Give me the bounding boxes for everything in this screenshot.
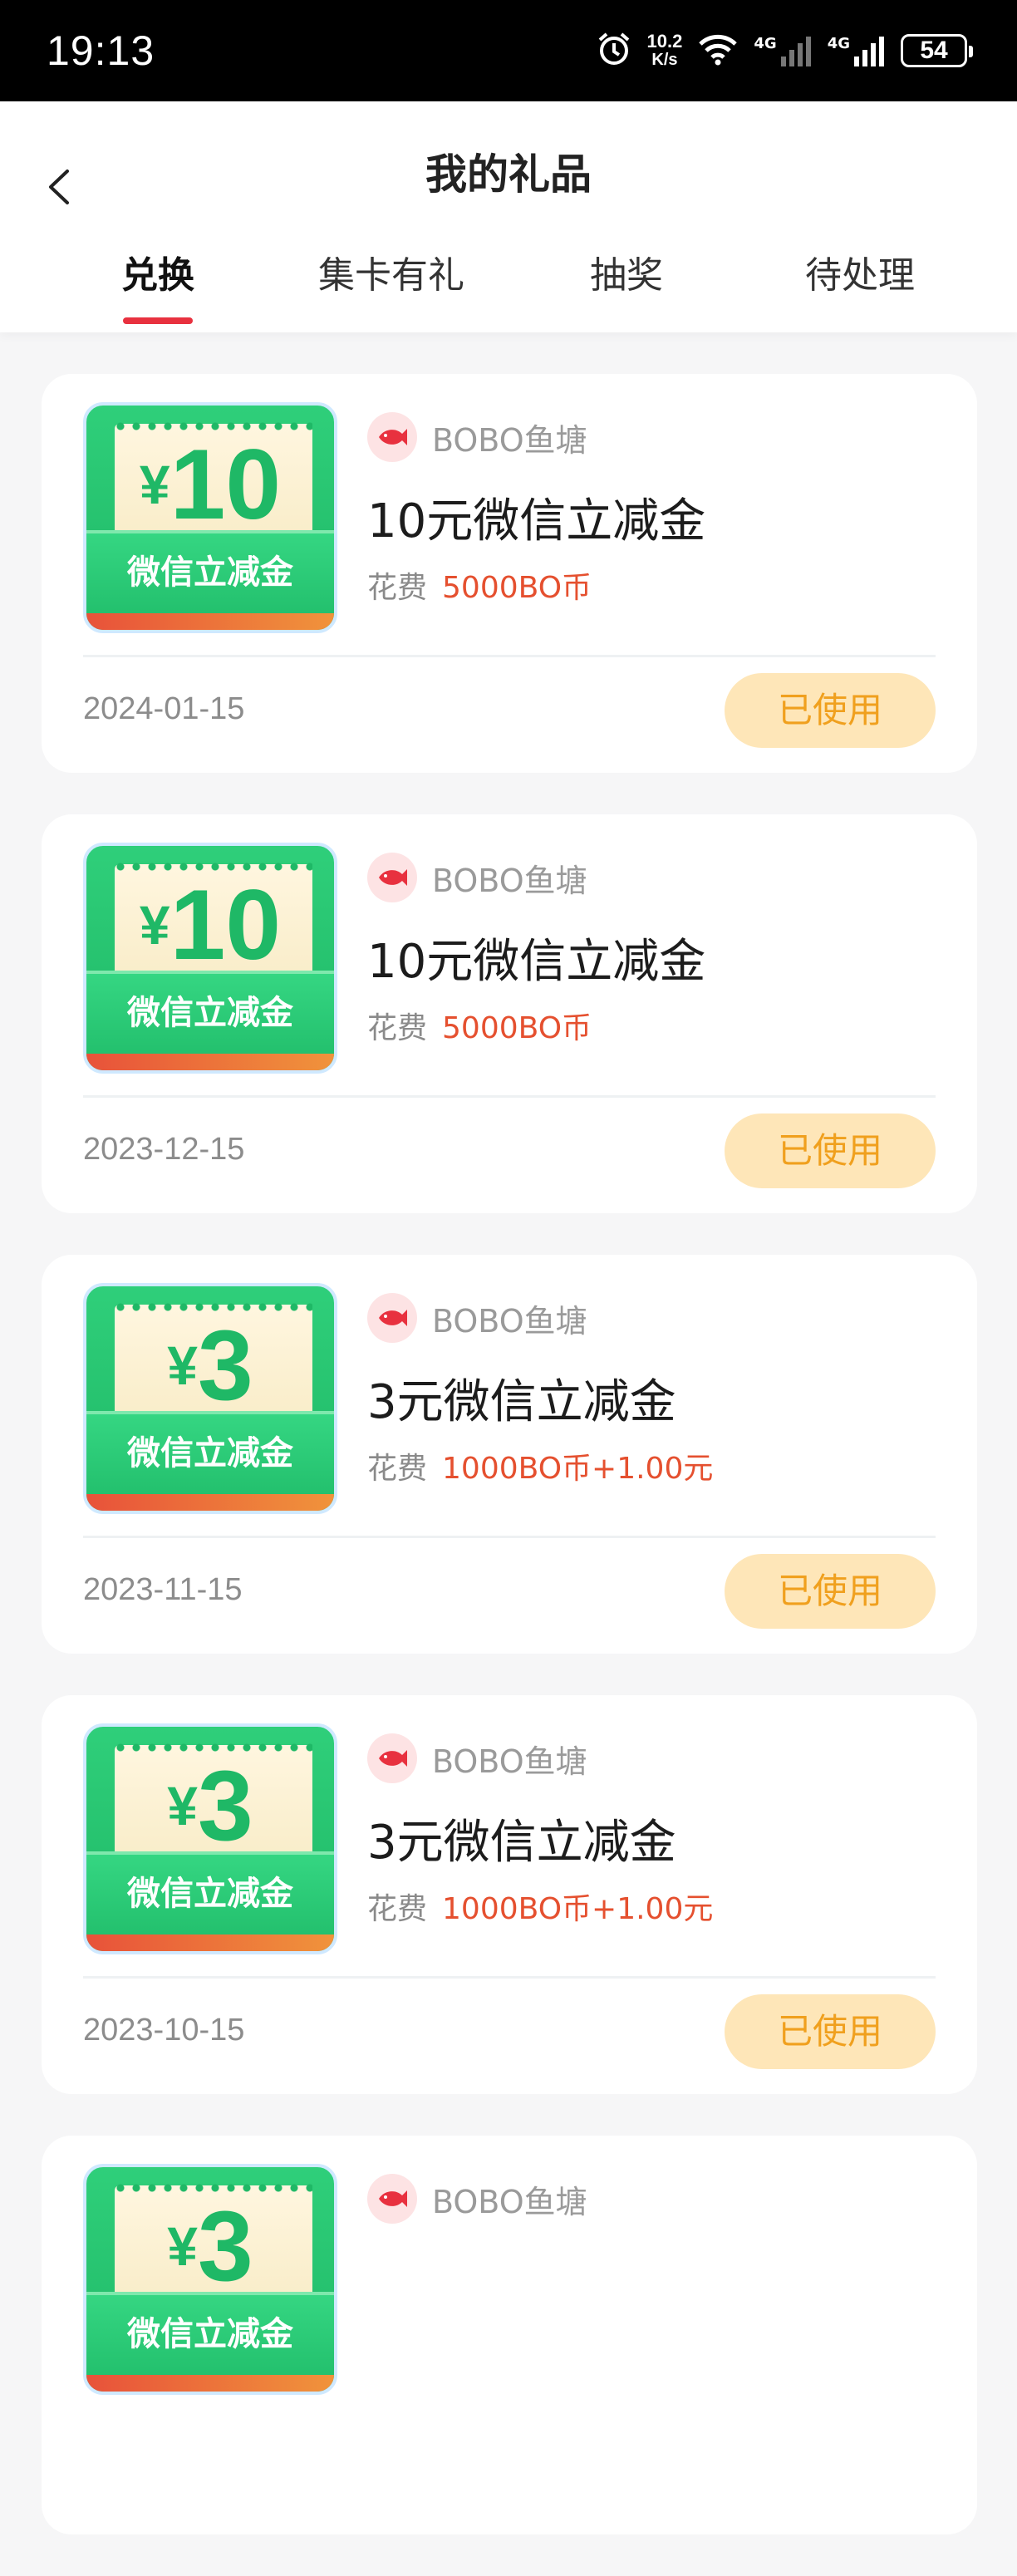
fish-icon xyxy=(367,2174,417,2224)
gift-list: ¥10 微信立减金 BOBO鱼塘 10元微信立减金 花费 5000BO币 2024… xyxy=(42,374,977,2576)
status-bar: 19:13 10.2 K/s 4G 4G 54 xyxy=(0,0,1017,101)
exchange-date: 2023-10-15 xyxy=(83,2013,245,2048)
cost-label: 花费 xyxy=(367,1011,428,1045)
used-status-button[interactable]: 已使用 xyxy=(725,1554,936,1629)
divider xyxy=(83,1095,936,1098)
fish-icon xyxy=(367,1293,417,1343)
divider xyxy=(83,1976,936,1979)
shop-name: BOBO鱼塘 xyxy=(432,862,587,899)
gift-name: 3元微信立减金 xyxy=(367,1816,676,1870)
shop-info: BOBO鱼塘 xyxy=(367,412,587,462)
exchange-date: 2023-12-15 xyxy=(83,1132,245,1167)
page-header: 我的礼品 兑换 集卡有礼 抽奖 待处理 xyxy=(0,101,1017,332)
gift-name: 10元微信立减金 xyxy=(367,935,706,989)
tab-lottery[interactable]: 抽奖 xyxy=(523,249,730,332)
cost-row: 花费 5000BO币 xyxy=(367,1004,592,1047)
cellular-signal-icon-2: 4G xyxy=(828,35,886,66)
cost-value: 5000BO币 xyxy=(442,1011,592,1045)
divider xyxy=(83,1536,936,1538)
status-time: 19:13 xyxy=(47,27,155,74)
voucher-thumbnail: ¥3 微信立减金 xyxy=(83,2164,337,2395)
shop-name: BOBO鱼塘 xyxy=(432,421,587,459)
shop-info: BOBO鱼塘 xyxy=(367,853,587,902)
tab-exchange[interactable]: 兑换 xyxy=(54,249,262,332)
battery-indicator: 54 xyxy=(901,34,973,67)
cost-label: 花费 xyxy=(367,1892,428,1926)
gift-card[interactable]: ¥3 微信立减金 BOBO鱼塘 3元微信立减金 花费 1000BO币+1.00元 … xyxy=(42,1695,977,2094)
shop-info: BOBO鱼塘 xyxy=(367,1293,587,1343)
gift-card[interactable]: ¥10 微信立减金 BOBO鱼塘 10元微信立减金 花费 5000BO币 2024… xyxy=(42,374,977,773)
exchange-date: 2024-01-15 xyxy=(83,691,245,726)
cost-label: 花费 xyxy=(367,1452,428,1486)
tab-bar: 兑换 集卡有礼 抽奖 待处理 xyxy=(0,249,1017,332)
used-status-button[interactable]: 已使用 xyxy=(725,1113,936,1188)
voucher-thumbnail: ¥10 微信立减金 xyxy=(83,843,337,1074)
cost-row: 花费 1000BO币+1.00元 xyxy=(367,1444,713,1487)
alarm-icon xyxy=(596,31,632,71)
shop-info: BOBO鱼塘 xyxy=(367,2174,587,2224)
gift-card[interactable]: ¥10 微信立减金 BOBO鱼塘 10元微信立减金 花费 5000BO币 2023… xyxy=(42,814,977,1213)
gift-card[interactable]: ¥3 微信立减金 BOBO鱼塘 3元微信立减金 花费 1000BO币+1.00元 … xyxy=(42,1255,977,1654)
cost-label: 花费 xyxy=(367,571,428,605)
cost-value: 1000BO币+1.00元 xyxy=(442,1452,714,1486)
network-speed: 10.2 K/s xyxy=(646,31,683,70)
shop-name: BOBO鱼塘 xyxy=(432,2183,587,2220)
cost-row: 花费 1000BO币+1.00元 xyxy=(367,1885,713,1928)
gift-card[interactable]: ¥3 微信立减金 BOBO鱼塘 xyxy=(42,2136,977,2534)
tab-card-collection[interactable]: 集卡有礼 xyxy=(287,249,495,332)
cellular-signal-icon-1: 4G xyxy=(754,35,812,66)
divider xyxy=(83,655,936,657)
cost-row: 花费 5000BO币 xyxy=(367,563,592,607)
fish-icon xyxy=(367,853,417,902)
wifi-icon xyxy=(697,32,739,69)
status-icons: 10.2 K/s 4G 4G 54 xyxy=(596,30,973,71)
page-title: 我的礼品 xyxy=(425,150,592,199)
gift-name: 10元微信立减金 xyxy=(367,494,706,548)
cost-value: 5000BO币 xyxy=(442,571,592,605)
cost-value: 1000BO币+1.00元 xyxy=(442,1892,714,1926)
voucher-thumbnail: ¥3 微信立减金 xyxy=(83,1723,337,1954)
used-status-button[interactable]: 已使用 xyxy=(725,673,936,748)
tab-pending[interactable]: 待处理 xyxy=(756,249,964,332)
fish-icon xyxy=(367,412,417,462)
used-status-button[interactable]: 已使用 xyxy=(725,1994,936,2069)
voucher-thumbnail: ¥10 微信立减金 xyxy=(83,402,337,633)
active-tab-indicator xyxy=(123,317,193,324)
exchange-date: 2023-11-15 xyxy=(83,1572,243,1607)
fish-icon xyxy=(367,1733,417,1783)
voucher-thumbnail: ¥3 微信立减金 xyxy=(83,1283,337,1514)
gift-name: 3元微信立减金 xyxy=(367,1375,676,1429)
shop-name: BOBO鱼塘 xyxy=(432,1302,587,1340)
shop-info: BOBO鱼塘 xyxy=(367,1733,587,1783)
shop-name: BOBO鱼塘 xyxy=(432,1743,587,1780)
